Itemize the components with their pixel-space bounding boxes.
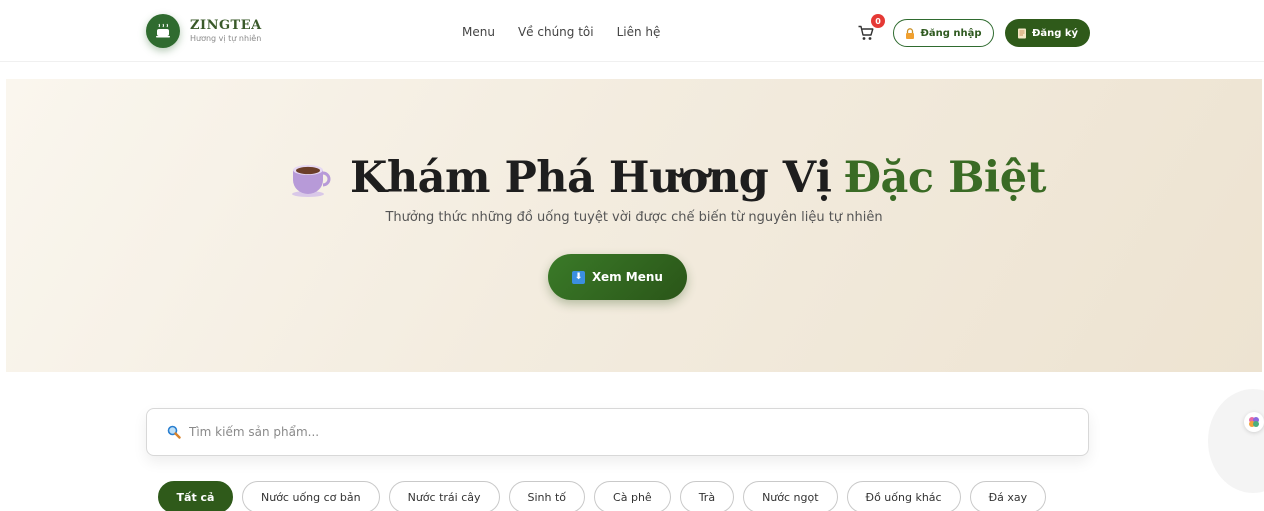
download-arrow-icon: ⬇ <box>572 270 586 284</box>
hero-title: Khám Phá Hương Vị Đặc Biệt <box>288 150 1046 206</box>
category-all[interactable]: Tất cả <box>158 481 233 511</box>
category-other-drinks[interactable]: Đồ uống khác <box>846 481 961 511</box>
chat-widget-bubble[interactable] <box>1208 389 1264 493</box>
brand-logo[interactable]: ZINGTEA Hương vị tự nhiên <box>146 14 262 48</box>
category-soft-drinks[interactable]: Nước ngọt <box>743 481 838 511</box>
coffee-cup-icon <box>292 165 331 197</box>
category-coffee[interactable]: Cà phê <box>594 481 671 511</box>
nav-item-about[interactable]: Về chúng tôi <box>518 25 594 39</box>
brand-text: ZINGTEA Hương vị tự nhiên <box>190 17 262 44</box>
site-header: ZINGTEA Hương vị tự nhiên Menu Về chúng … <box>0 0 1264 62</box>
category-smoothie[interactable]: Sinh tố <box>508 481 586 511</box>
tea-cup-icon <box>146 14 180 48</box>
brain-icon <box>1249 417 1259 427</box>
category-basic-drinks[interactable]: Nước uống cơ bản <box>242 481 380 511</box>
category-fruit-juice[interactable]: Nước trái cây <box>388 481 500 511</box>
search-bar[interactable] <box>146 408 1089 456</box>
brand-tagline: Hương vị tự nhiên <box>190 33 262 43</box>
hero-banner: Khám Phá Hương Vị Đặc Biệt Thưởng thức n… <box>6 79 1262 372</box>
hero-title-accent: Đặc Biệt <box>843 153 1046 203</box>
category-tea[interactable]: Trà <box>679 481 735 511</box>
view-menu-button[interactable]: ⬇ Xem Menu <box>548 254 687 300</box>
lock-icon <box>906 27 915 39</box>
category-blended-ice[interactable]: Đá xay <box>969 481 1047 511</box>
register-button[interactable]: Đăng ký <box>1005 19 1090 47</box>
cart-button[interactable]: 0 <box>857 14 885 44</box>
view-menu-label: Xem Menu <box>592 270 663 284</box>
main-nav: Menu Về chúng tôi Liên hệ <box>462 25 660 39</box>
login-label: Đăng nhập <box>920 27 982 39</box>
cart-count-badge: 0 <box>871 14 885 28</box>
hero-subtitle: Thưởng thức những đồ uống tuyệt vời được… <box>385 210 883 225</box>
search-input[interactable] <box>189 425 989 439</box>
nav-item-menu[interactable]: Menu <box>462 25 495 39</box>
category-filters: Tất cả Nước uống cơ bản Nước trái cây Si… <box>158 481 1047 511</box>
hero-title-main: Khám Phá Hương Vị <box>350 153 832 203</box>
register-label: Đăng ký <box>1031 27 1079 39</box>
nav-item-contact[interactable]: Liên hệ <box>617 25 661 39</box>
cart-icon <box>858 25 874 40</box>
chat-widget-icon[interactable] <box>1244 412 1264 432</box>
login-button[interactable]: Đăng nhập <box>893 19 994 47</box>
brand-name: ZINGTEA <box>190 17 262 33</box>
search-icon <box>167 425 181 439</box>
memo-icon <box>1017 28 1026 38</box>
